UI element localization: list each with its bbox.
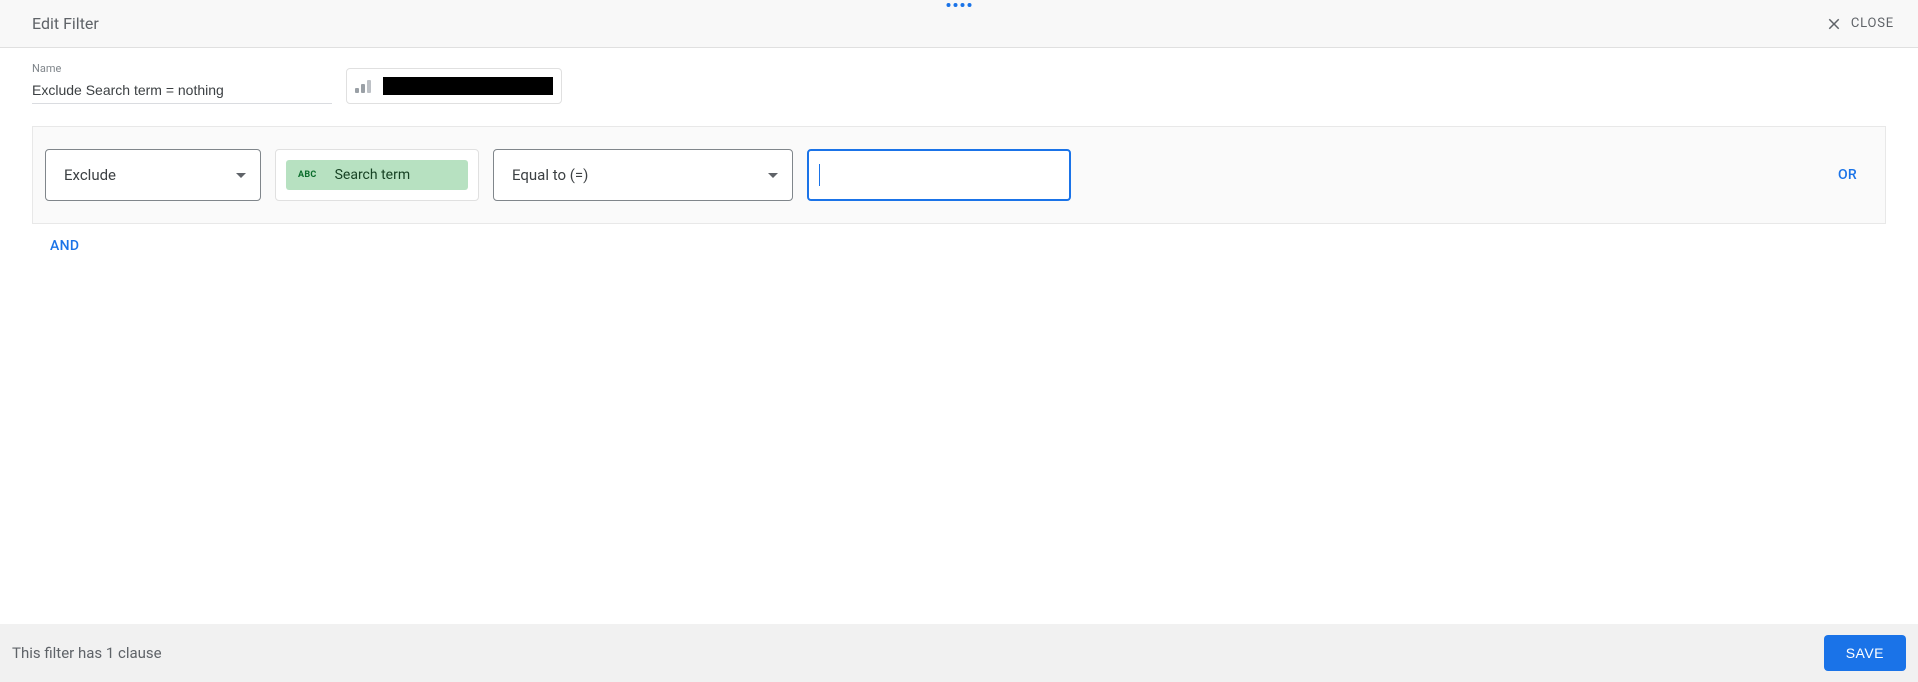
condition-value: Equal to (=) [512, 166, 588, 184]
bar-chart-icon [353, 78, 373, 94]
dialog-header: Edit Filter CLOSE [0, 0, 1918, 48]
text-type-icon: ABC [298, 170, 317, 180]
condition-select[interactable]: Equal to (=) [493, 149, 793, 201]
dialog-title: Edit Filter [32, 14, 99, 33]
filter-meta-row: Name [0, 48, 1918, 114]
dimension-picker[interactable]: ABC Search term [275, 149, 479, 201]
save-button[interactable]: SAVE [1824, 635, 1906, 671]
data-source-chip[interactable] [346, 68, 562, 104]
name-label: Name [32, 62, 332, 75]
dimension-pill: ABC Search term [286, 160, 468, 190]
filter-clause: Exclude ABC Search term Equal to (=) OR [32, 126, 1886, 224]
text-cursor-icon [819, 164, 820, 186]
drag-handle-icon[interactable] [947, 3, 972, 7]
data-source-name-redacted [383, 77, 553, 95]
dimension-label: Search term [335, 167, 411, 183]
chevron-down-icon [236, 173, 246, 178]
include-exclude-select[interactable]: Exclude [45, 149, 261, 201]
close-icon [1825, 15, 1843, 33]
add-and-button[interactable]: AND [0, 224, 79, 254]
add-or-button[interactable]: OR [1838, 167, 1857, 183]
value-input-wrapper[interactable] [807, 149, 1071, 201]
name-block: Name [32, 62, 332, 104]
include-exclude-value: Exclude [64, 166, 116, 184]
filter-name-input[interactable] [32, 79, 332, 104]
close-button[interactable]: CLOSE [1825, 15, 1894, 33]
dialog-footer: This filter has 1 clause SAVE [0, 624, 1918, 682]
chevron-down-icon [768, 173, 778, 178]
close-label: CLOSE [1851, 16, 1894, 31]
clause-count-status: This filter has 1 clause [12, 644, 162, 662]
value-input[interactable] [822, 166, 1059, 185]
